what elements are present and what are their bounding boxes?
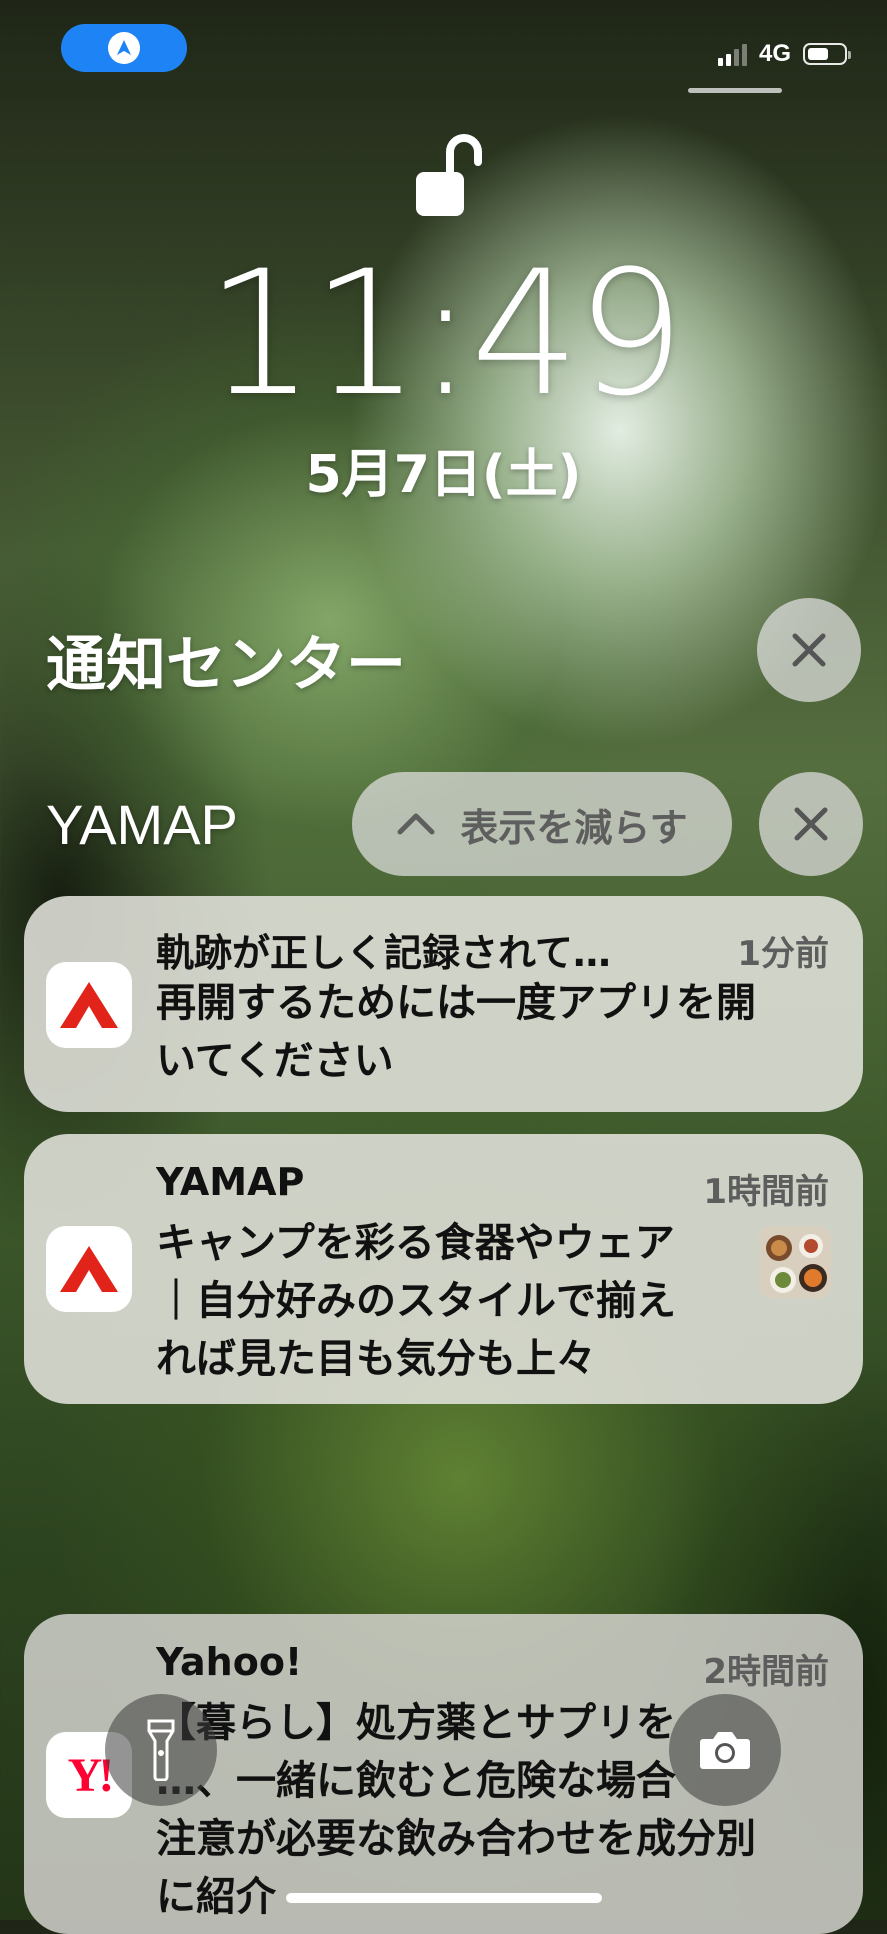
notification-group-title: YAMAP: [46, 793, 238, 856]
close-icon: [792, 633, 826, 667]
yamap-logo-icon: [46, 1226, 132, 1312]
notification-body: 【暮らし】処方薬とサプリを …、一緒に飲むと危険な場合 注意が必要な飲み合わせを…: [156, 1694, 756, 1926]
chevron-up-icon: [397, 813, 435, 835]
camera-button[interactable]: [669, 1694, 781, 1806]
food-thumbnail-icon: [759, 1226, 831, 1298]
notification-body-line: 再開するためには一度アプリを開: [156, 980, 756, 1026]
cellular-signal-icon: [717, 42, 747, 66]
notification-body-line: 【暮らし】処方薬とサプリを: [156, 1700, 676, 1746]
notification-body-line: …、一緒に飲むと危険な場合: [156, 1758, 676, 1804]
lock-screen-time: 11:49: [205, 233, 686, 434]
battery-icon: [803, 43, 851, 65]
notification-card[interactable]: 軌跡が正しく記録されて… 1分前 再開するためには一度アプリを開 いてください: [24, 896, 863, 1112]
navigation-indicator-pill[interactable]: [61, 24, 187, 72]
control-center-grabber[interactable]: [688, 88, 782, 93]
clear-all-notifications-button[interactable]: [757, 598, 861, 702]
notification-body-line: キャンプを彩る食器やウェア: [156, 1220, 675, 1266]
notification-body-line: ｜自分好みのスタイルで揃え: [156, 1278, 676, 1324]
notification-title: 軌跡が正しく記録されて…: [156, 931, 611, 975]
navigation-arrow-icon: [108, 32, 140, 64]
network-type-label: 4G: [758, 40, 791, 67]
notification-timestamp: 1分前: [737, 934, 829, 974]
close-icon: [794, 807, 828, 841]
notification-timestamp: 1時間前: [703, 1172, 829, 1212]
flashlight-icon: [147, 1719, 175, 1781]
yamap-logo-icon: [46, 962, 132, 1048]
camera-icon: [700, 1732, 750, 1769]
clear-group-button[interactable]: [759, 772, 863, 876]
show-less-button[interactable]: 表示を減らす: [352, 772, 732, 876]
unlocked-padlock-icon: [412, 130, 482, 220]
show-less-label: 表示を減らす: [460, 805, 688, 850]
notification-body: 再開するためには一度アプリを開 いてください: [156, 974, 756, 1090]
notification-title: Yahoo!: [156, 1640, 303, 1684]
notification-center-title: 通知センター: [46, 630, 406, 700]
lock-screen-date: 5月7日(土): [305, 445, 582, 505]
notification-timestamp: 2時間前: [703, 1652, 829, 1692]
status-indicators: 4G: [717, 40, 851, 68]
flashlight-button[interactable]: [105, 1694, 217, 1806]
notification-body-line: れば見た目も気分も上々: [156, 1336, 596, 1382]
notification-body-line: 注意が必要な飲み合わせを成分別: [156, 1816, 756, 1862]
notification-body: キャンプを彩る食器やウェア ｜自分好みのスタイルで揃え れば見た目も気分も上々: [156, 1214, 676, 1388]
home-indicator[interactable]: [286, 1893, 602, 1903]
notification-title: YAMAP: [156, 1160, 305, 1204]
notification-card[interactable]: YAMAP 1時間前 キャンプを彩る食器やウェア ｜自分好みのスタイルで揃え れ…: [24, 1134, 863, 1404]
notification-body-line: いてください: [156, 1038, 394, 1084]
